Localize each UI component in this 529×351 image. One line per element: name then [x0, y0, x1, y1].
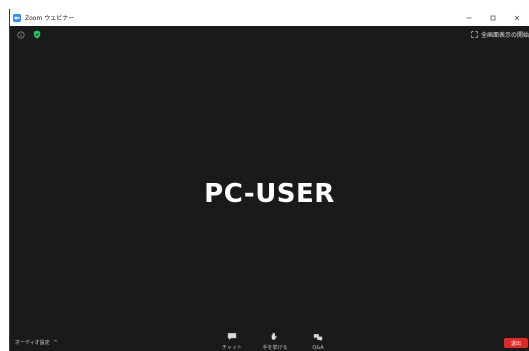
minimize-button[interactable] [457, 9, 481, 26]
audio-settings-button[interactable]: オーディオ設定 ^ [15, 339, 58, 347]
chat-button[interactable]: チャット [214, 332, 250, 351]
maximize-icon [490, 15, 496, 20]
qa-icon [313, 334, 323, 342]
leave-button[interactable]: 退出 [504, 338, 528, 348]
audio-settings-label: オーディオ設定 [15, 340, 50, 346]
qa-button[interactable]: Q&A [300, 333, 336, 351]
participant-name: PC-USER [204, 179, 335, 209]
chat-label: チャット [222, 345, 242, 351]
title-bar: Zoom ウェビナー [10, 9, 529, 27]
chat-icon [227, 333, 237, 340]
zoom-window: Zoom ウェビナー 全画面表示の開始 PC-USER オーディオ設定 ^ チャ… [9, 9, 529, 351]
zoom-app-icon [13, 13, 21, 22]
raise-hand-icon [271, 332, 277, 340]
window-title: Zoom ウェビナー [25, 15, 75, 22]
chevron-up-icon: ^ [53, 339, 58, 346]
raise-hand-button[interactable]: 手を挙げる [257, 332, 293, 351]
maximize-button[interactable] [481, 9, 505, 26]
raise-hand-label: 手を挙げる [262, 345, 288, 351]
shield-icon[interactable] [33, 30, 41, 39]
fullscreen-button[interactable]: 全画面表示の開始 [471, 30, 529, 39]
info-icon[interactable] [17, 31, 25, 39]
close-icon [514, 15, 520, 20]
window-controls [457, 9, 529, 26]
minimize-icon [466, 17, 472, 18]
fullscreen-label: 全画面表示の開始 [480, 32, 529, 39]
meeting-toolbar: オーディオ設定 ^ チャット 手を挙げる Q&A 退出 [10, 325, 529, 351]
qa-label: Q&A [312, 345, 324, 351]
close-button[interactable] [505, 9, 529, 26]
video-stage: 全画面表示の開始 PC-USER オーディオ設定 ^ チャット 手を挙げる Q&… [10, 26, 529, 351]
fullscreen-icon [471, 31, 478, 38]
